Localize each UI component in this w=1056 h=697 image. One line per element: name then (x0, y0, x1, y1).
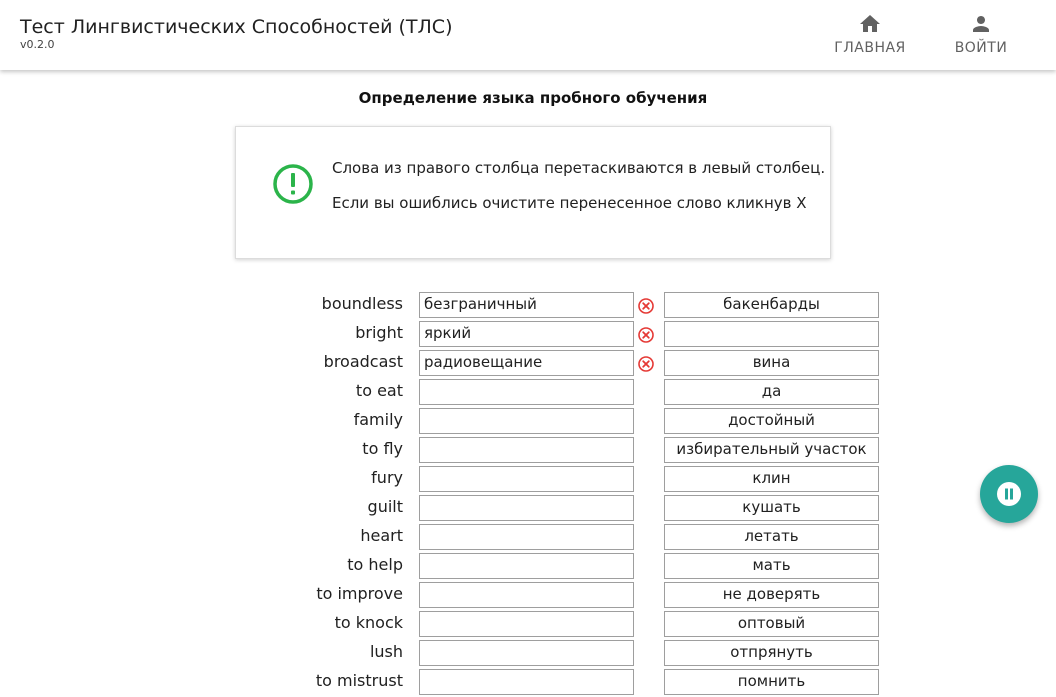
draggable-option[interactable]: помнить (664, 669, 879, 695)
matching-row: boundless безграничный бакенбарды (0, 291, 1056, 320)
matching-row: to improve не доверять (0, 581, 1056, 610)
matching-row: heart летать (0, 523, 1056, 552)
drop-target[interactable] (419, 379, 634, 405)
drop-target[interactable]: яркий (419, 321, 634, 347)
drop-target[interactable] (419, 408, 634, 434)
source-word: to knock (334, 613, 403, 632)
drop-target[interactable]: безграничный (419, 292, 634, 318)
matching-list: boundless безграничный бакенбарды bright ярк… (0, 291, 1056, 697)
drop-target[interactable] (419, 437, 634, 463)
matching-row: guilt кушать (0, 494, 1056, 523)
drop-target[interactable] (419, 582, 634, 608)
instruction-line-1: Слова из правого столбца перетаскиваются… (332, 159, 826, 177)
draggable-option[interactable]: да (664, 379, 879, 405)
draggable-option[interactable]: достойный (664, 408, 879, 434)
source-word: bright (355, 323, 403, 342)
source-word: to improve (316, 584, 403, 603)
drop-target[interactable] (419, 524, 634, 550)
pause-icon (997, 482, 1021, 506)
draggable-option[interactable] (664, 321, 879, 347)
matching-row: bright яркий (0, 320, 1056, 349)
drop-target[interactable] (419, 495, 634, 521)
page-title: Определение языка пробного обучения (358, 89, 708, 107)
instruction-line-2: Если вы ошиблись очистите перенесенное с… (332, 194, 807, 212)
source-word: guilt (367, 497, 403, 516)
person-icon (973, 16, 989, 32)
matching-row: lush отпрянуть (0, 639, 1056, 668)
dropped-translation: яркий (424, 324, 472, 342)
source-word: family (353, 410, 403, 429)
exclamation-circle-icon (273, 164, 313, 204)
drop-target[interactable] (419, 553, 634, 579)
draggable-option[interactable]: мать (664, 553, 879, 579)
clear-x-icon[interactable] (637, 355, 655, 373)
source-word: boundless (321, 294, 403, 313)
drop-target[interactable] (419, 611, 634, 637)
clear-x-icon[interactable] (637, 326, 655, 344)
drop-target[interactable] (419, 640, 634, 666)
source-word: to help (347, 555, 403, 574)
draggable-option[interactable]: клин (664, 466, 879, 492)
draggable-option[interactable]: бакенбарды (664, 292, 879, 318)
source-word: to mistrust (315, 671, 403, 690)
drop-target[interactable]: радиовещание (419, 350, 634, 376)
draggable-option[interactable]: кушать (664, 495, 879, 521)
matching-row: to fly избирательный участок (0, 436, 1056, 465)
pause-button[interactable] (980, 465, 1038, 523)
dropped-translation: безграничный (424, 295, 537, 313)
draggable-option[interactable]: оптовый (664, 611, 879, 637)
nav-home-button[interactable]: ГЛАВНАЯ (815, 0, 925, 70)
clear-x-icon[interactable] (637, 297, 655, 315)
source-word: heart (360, 526, 403, 545)
matching-row: to mistrust помнить (0, 668, 1056, 697)
app-version: v0.2.0 (20, 38, 55, 51)
app-title: Тест Лингвистических Способностей (ТЛС) (20, 16, 453, 38)
app-bar: Тест Лингвистических Способностей (ТЛС) … (0, 0, 1056, 70)
draggable-option[interactable]: избирательный участок (664, 437, 879, 463)
draggable-option[interactable]: летать (664, 524, 879, 550)
drop-target[interactable] (419, 669, 634, 695)
source-word: broadcast (323, 352, 403, 371)
nav-home-label: ГЛАВНАЯ (834, 40, 906, 56)
draggable-option[interactable]: не доверять (664, 582, 879, 608)
matching-row: family достойный (0, 407, 1056, 436)
nav-login-button[interactable]: ВОЙТИ (926, 0, 1036, 70)
nav-login-label: ВОЙТИ (954, 40, 1008, 56)
dropped-translation: радиовещание (424, 353, 543, 371)
matching-row: fury клин (0, 465, 1056, 494)
source-word: fury (371, 468, 403, 487)
instructions-card: Слова из правого столбца перетаскиваются… (235, 126, 831, 259)
source-word: to eat (355, 381, 403, 400)
draggable-option[interactable]: отпрянуть (664, 640, 879, 666)
draggable-option[interactable]: вина (664, 350, 879, 376)
drop-target[interactable] (419, 466, 634, 492)
matching-row: to knock оптовый (0, 610, 1056, 639)
source-word: to fly (362, 439, 403, 458)
matching-row: broadcast радиовещание вина (0, 349, 1056, 378)
matching-row: to eat да (0, 378, 1056, 407)
source-word: lush (369, 642, 403, 661)
matching-row: to help мать (0, 552, 1056, 581)
home-icon (860, 15, 880, 32)
